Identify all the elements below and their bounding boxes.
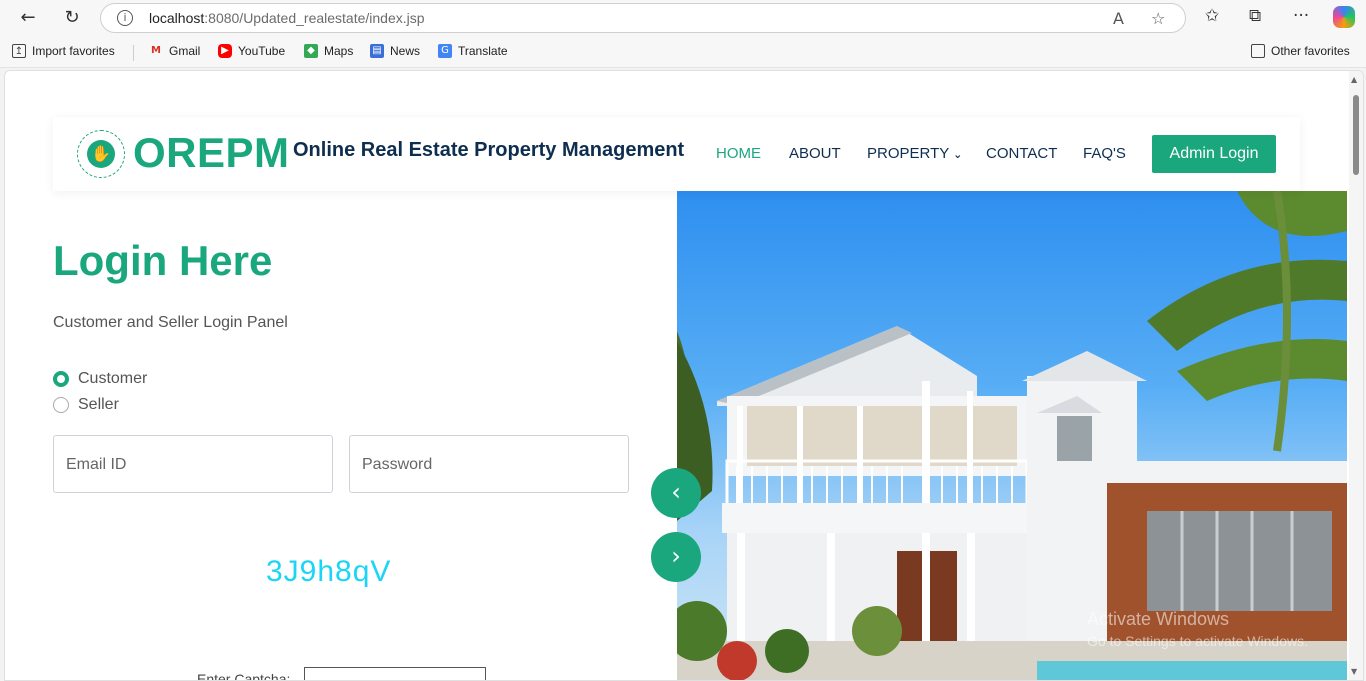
favorite-translate[interactable]: G Translate bbox=[438, 44, 508, 58]
login-title: Login Here bbox=[53, 237, 273, 284]
other-favorites[interactable]: Other favorites bbox=[1251, 44, 1350, 58]
nav-faq[interactable]: FAQ'S bbox=[1083, 145, 1126, 162]
nav-property[interactable]: PROPERTY ⌄ bbox=[867, 145, 962, 162]
import-favorites-icon: ↥ bbox=[12, 44, 26, 58]
back-icon[interactable]: ← bbox=[14, 6, 42, 30]
favorite-gmail[interactable]: M Gmail bbox=[149, 44, 200, 58]
role-customer[interactable]: Customer bbox=[53, 370, 147, 388]
brand-name[interactable]: OREPM bbox=[133, 129, 290, 177]
favorite-news[interactable]: ▤ News bbox=[370, 44, 420, 58]
chevron-right-icon: › bbox=[671, 542, 681, 570]
admin-login-button[interactable]: Admin Login bbox=[1152, 135, 1276, 173]
customer-radio[interactable] bbox=[53, 371, 69, 387]
youtube-icon: ▶ bbox=[218, 44, 232, 58]
watermark-line2: Go to Settings to activate Windows. bbox=[1087, 633, 1308, 649]
role-seller[interactable]: Seller bbox=[53, 396, 119, 414]
captcha-code: 3J9h8qV bbox=[266, 555, 392, 588]
favorite-star-icon[interactable]: ☆ bbox=[1151, 9, 1165, 28]
nav-about[interactable]: ABOUT bbox=[789, 145, 841, 162]
favorites-bar: ↥ Import favorites M Gmail ▶ YouTube ◆ M… bbox=[0, 36, 1366, 68]
chevron-left-icon: ‹ bbox=[671, 478, 681, 506]
slider-next-button[interactable]: › bbox=[651, 532, 701, 582]
gmail-icon: M bbox=[151, 45, 161, 56]
seller-radio[interactable] bbox=[53, 397, 69, 413]
scrollbar-thumb[interactable] bbox=[1353, 95, 1359, 175]
scroll-up-icon[interactable]: ▲ bbox=[1351, 75, 1357, 84]
address-bar[interactable]: i localhost:8080/Updated_realestate/inde… bbox=[100, 3, 1186, 33]
folder-icon bbox=[1251, 44, 1265, 58]
news-icon: ▤ bbox=[370, 44, 384, 58]
favorites-icon[interactable]: ✩ bbox=[1205, 6, 1219, 26]
site-info-icon[interactable]: i bbox=[117, 10, 133, 26]
captcha-input[interactable] bbox=[304, 667, 486, 680]
refresh-icon[interactable]: ↻ bbox=[58, 6, 86, 30]
chevron-down-icon: ⌄ bbox=[953, 148, 963, 161]
translate-icon: G bbox=[438, 44, 452, 58]
house-illustration bbox=[677, 191, 1347, 680]
email-input[interactable]: Email ID bbox=[53, 435, 333, 493]
url-text: localhost:8080/Updated_realestate/index.… bbox=[149, 10, 425, 26]
browser-toolbar: ← ↻ i localhost:8080/Updated_realestate/… bbox=[0, 0, 1366, 36]
favorite-youtube[interactable]: ▶ YouTube bbox=[218, 44, 285, 58]
slider-prev-button[interactable]: ‹ bbox=[651, 468, 701, 518]
watermark-line1: Activate Windows bbox=[1087, 609, 1230, 629]
favorite-maps[interactable]: ◆ Maps bbox=[304, 44, 353, 58]
scroll-down-icon[interactable]: ▼ bbox=[1351, 667, 1357, 676]
logo[interactable]: ✋ bbox=[77, 130, 125, 178]
hero-image: Activate Windows Go to Settings to activ… bbox=[677, 191, 1347, 680]
site-header: ✋ OREPM Online Real Estate Property Mana… bbox=[53, 117, 1300, 191]
nav-home[interactable]: HOME bbox=[716, 145, 761, 162]
captcha-label: Enter Captcha: bbox=[197, 671, 291, 681]
extensions-icon[interactable]: ⧉ bbox=[1249, 6, 1261, 26]
site-tagline: Online Real Estate Property Management bbox=[293, 139, 685, 161]
password-input[interactable]: Password bbox=[349, 435, 629, 493]
favorites-divider bbox=[133, 45, 134, 61]
page-viewport: ✋ OREPM Online Real Estate Property Mana… bbox=[4, 70, 1364, 681]
more-icon[interactable]: ··· bbox=[1293, 6, 1309, 26]
copilot-icon[interactable] bbox=[1333, 6, 1355, 28]
nav-contact[interactable]: CONTACT bbox=[986, 145, 1057, 162]
favorite-import[interactable]: ↥ Import favorites bbox=[12, 44, 115, 58]
read-aloud-icon[interactable]: A bbox=[1113, 9, 1124, 28]
login-subtitle: Customer and Seller Login Panel bbox=[53, 314, 288, 331]
page-scrollbar[interactable]: ▲ ▼ bbox=[1349, 71, 1363, 680]
maps-icon: ◆ bbox=[304, 44, 318, 58]
handshake-icon: ✋ bbox=[87, 140, 115, 168]
